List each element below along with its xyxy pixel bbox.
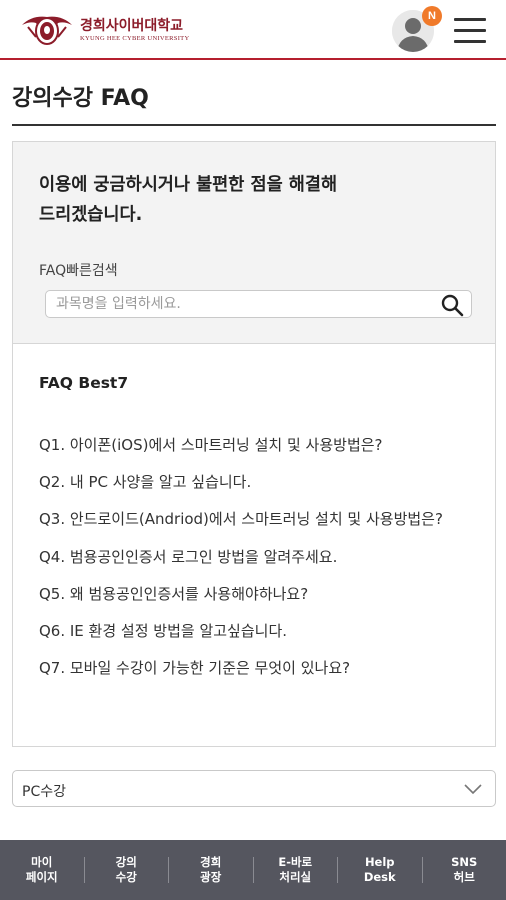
university-logo-icon [22, 16, 72, 45]
nav-label-line1: Help [364, 855, 395, 869]
logo-english-name: KYUNG HEE CYBER UNIVERSITY [80, 34, 190, 42]
category-select-value: PC수강 [22, 784, 66, 800]
nav-item-lecture[interactable]: 강의 수강 [85, 855, 169, 885]
faq-item-q2[interactable]: Q2. 내 PC 사양을 알고 싶습니다. [39, 464, 479, 501]
page-title: 강의수강 FAQ [12, 86, 149, 111]
university-logo[interactable]: 경희사이버대학교 KYUNG HEE CYBER UNIVERSITY [18, 10, 189, 50]
intro-line-2: 드리겠습니다. [39, 205, 143, 225]
nav-item-help-desk[interactable]: Help Desk [338, 855, 422, 885]
logo-text: 경희사이버대학교 KYUNG HEE CYBER UNIVERSITY [80, 18, 189, 43]
category-select[interactable]: PC수강 [12, 770, 496, 807]
logo-korean-name: 경희사이버대학교 [80, 17, 184, 34]
quick-search-label: FAQ빠른검색 [39, 263, 118, 279]
nav-label-line1: SNS [451, 855, 478, 869]
faq-item-q5[interactable]: Q5. 왜 범용공인인증서를 사용해야하나요? [39, 576, 479, 613]
nav-label-line1: E-바로 [278, 855, 313, 869]
faq-item-q7[interactable]: Q7. 모바일 수강이 가능한 기준은 무엇이 있나요? [39, 650, 479, 687]
nav-label-line1: 마이 [31, 855, 53, 869]
nav-label-line2: 허브 [453, 870, 475, 884]
search-box [45, 290, 472, 318]
nav-label-line2: 처리실 [279, 870, 312, 884]
search-icon[interactable] [440, 293, 464, 317]
nav-item-ebaro[interactable]: E-바로 처리실 [254, 855, 338, 885]
nav-item-sns-hub[interactable]: SNS 허브 [423, 855, 506, 885]
faq-item-q4[interactable]: Q4. 범용공인인증서 로그인 방법을 알려주세요. [39, 539, 479, 576]
search-input[interactable] [56, 294, 426, 314]
title-divider [12, 124, 496, 126]
intro-line-1: 이용에 궁금하시거나 불편한 점을 해결해 [39, 175, 338, 195]
faq-heading: FAQ Best7 [39, 374, 129, 392]
nav-label-line2: Desk [363, 870, 396, 884]
nav-label-line2: 페이지 [25, 870, 58, 884]
nav-label-line1: 경희 [200, 855, 222, 869]
faq-best-panel: FAQ Best7 Q1. 아이폰(iOS)에서 스마트러닝 설치 및 사용방법… [12, 343, 496, 747]
nav-label-line2: 수강 [115, 870, 137, 884]
nav-label-line2: 광장 [200, 870, 222, 884]
intro-text: 이용에 궁금하시거나 불편한 점을 해결해 드리겠습니다. [39, 170, 439, 230]
faq-list: Q1. 아이폰(iOS)에서 스마트러닝 설치 및 사용방법은? Q2. 내 P… [39, 427, 479, 687]
nav-item-plaza[interactable]: 경희 광장 [169, 855, 253, 885]
bottom-navigation: 마이 페이지 강의 수강 경희 광장 E-바로 처리실 Help Desk SN… [0, 840, 506, 900]
nav-label-line1: 강의 [115, 855, 137, 869]
faq-item-q6[interactable]: Q6. IE 환경 설정 방법을 알고싶습니다. [39, 613, 479, 650]
nav-item-my-page[interactable]: 마이 페이지 [0, 855, 84, 885]
chevron-down-icon [464, 784, 482, 795]
notification-badge[interactable]: N [422, 6, 442, 26]
faq-item-q3[interactable]: Q3. 안드로이드(Andriod)에서 스마트러닝 설치 및 사용방법은? [39, 501, 479, 538]
hamburger-menu-icon[interactable] [454, 16, 486, 44]
faq-item-q1[interactable]: Q1. 아이폰(iOS)에서 스마트러닝 설치 및 사용방법은? [39, 427, 479, 464]
faq-search-panel: 이용에 궁금하시거나 불편한 점을 해결해 드리겠습니다. FAQ빠른검색 [12, 141, 496, 344]
app-header: 경희사이버대학교 KYUNG HEE CYBER UNIVERSITY N [0, 0, 506, 60]
